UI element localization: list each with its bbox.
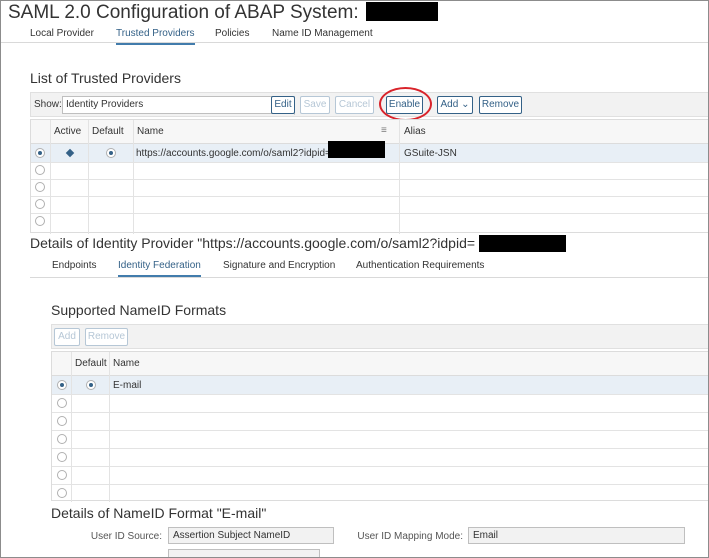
next-field-partial[interactable] — [168, 549, 320, 558]
tab-policies[interactable]: Policies — [215, 28, 249, 39]
provider-alias-cell: GSuite-JSN — [404, 148, 457, 159]
column-header-active[interactable]: Active — [54, 126, 81, 137]
row-selector-radio-icon[interactable] — [57, 434, 67, 444]
user-id-mapping-field[interactable]: Email — [468, 527, 685, 544]
sort-icon[interactable]: ≡ — [381, 125, 387, 136]
show-label: Show: — [34, 99, 62, 110]
row-divider — [52, 484, 709, 485]
column-divider — [109, 352, 110, 502]
row-selector-radio-icon[interactable] — [35, 182, 45, 192]
tab-trusted-providers[interactable]: Trusted Providers — [116, 28, 195, 45]
redacted-idpid — [478, 235, 566, 252]
row-selector-radio-icon[interactable] — [57, 470, 67, 480]
user-id-mapping-label: User ID Mapping Mode: — [357, 531, 463, 542]
show-select-value: Identity Providers — [66, 99, 144, 110]
nameid-details-heading: Details of NameID Format "E-mail" — [51, 505, 267, 521]
column-divider — [88, 120, 89, 234]
row-selector-radio-icon[interactable] — [57, 452, 67, 462]
nameid-formats-heading: Supported NameID Formats — [51, 302, 227, 318]
column-divider — [71, 352, 72, 502]
remove-nameid-button[interactable]: Remove — [85, 328, 128, 346]
tab-local-provider[interactable]: Local Provider — [30, 28, 94, 39]
trusted-providers-table: Active Default Name ≡ Alias https://acco… — [30, 119, 709, 234]
tab-signature-encryption[interactable]: Signature and Encryption — [223, 260, 335, 271]
row-divider — [52, 394, 709, 395]
trusted-providers-toolbar: Show: Identity Providers ⌄ Edit Save Can… — [30, 92, 709, 117]
tab-authentication-requirements[interactable]: Authentication Requirements — [356, 260, 484, 271]
user-id-source-field[interactable]: Assertion Subject NameID — [168, 527, 334, 544]
chevron-down-icon: ⌄ — [461, 99, 470, 110]
redacted-idpid — [328, 141, 385, 158]
row-selector-radio-icon[interactable] — [57, 398, 67, 408]
row-selector-radio-icon[interactable] — [35, 165, 45, 175]
row-selector-radio-icon[interactable] — [35, 216, 45, 226]
details-tab-bar: Endpoints Identity Federation Signature … — [30, 258, 709, 278]
column-header-alias[interactable]: Alias — [404, 126, 426, 137]
details-heading: Details of Identity Provider "https://ac… — [30, 235, 566, 252]
row-selector-radio-icon[interactable] — [35, 199, 45, 209]
default-radio-icon[interactable] — [106, 148, 116, 158]
column-divider — [133, 120, 134, 234]
provider-name-cell: https://accounts.google.com/o/saml2?idpi… — [136, 148, 331, 159]
row-selector-radio-icon[interactable] — [57, 488, 67, 498]
details-heading-text: Details of Identity Provider "https://ac… — [30, 235, 476, 251]
add-nameid-button[interactable]: Add — [54, 328, 80, 346]
page-title: SAML 2.0 Configuration of ABAP System: — [8, 2, 438, 24]
row-divider — [52, 430, 709, 431]
save-button[interactable]: Save — [300, 96, 330, 114]
row-divider — [52, 412, 709, 413]
table-header: Default Name — [52, 352, 709, 376]
nameid-toolbar: Add Remove — [51, 324, 709, 349]
highlight-circle — [379, 87, 432, 121]
show-select[interactable]: Identity Providers ⌄ — [62, 96, 289, 114]
remove-button[interactable]: Remove — [479, 96, 522, 114]
cancel-button[interactable]: Cancel — [335, 96, 374, 114]
nameid-name-cell: E-mail — [113, 380, 142, 391]
add-button[interactable]: Add ⌄ — [437, 96, 473, 114]
column-header-default[interactable]: Default — [92, 126, 124, 137]
redacted-system-name — [365, 2, 438, 21]
column-divider — [50, 120, 51, 234]
add-button-label: Add — [440, 99, 459, 110]
column-header-default[interactable]: Default — [75, 358, 107, 369]
column-header-name[interactable]: Name — [137, 126, 164, 137]
column-header-name[interactable]: Name — [113, 358, 140, 369]
row-selector-radio-icon[interactable] — [57, 380, 67, 390]
row-selector-radio-icon[interactable] — [35, 148, 45, 158]
page-title-text: SAML 2.0 Configuration of ABAP System: — [8, 2, 359, 23]
column-divider — [399, 120, 400, 234]
row-selector-radio-icon[interactable] — [57, 416, 67, 426]
tab-identity-federation[interactable]: Identity Federation — [118, 260, 201, 277]
nameid-table: Default Name E-mail — [51, 351, 709, 502]
tab-name-id-management[interactable]: Name ID Management — [272, 28, 373, 39]
row-divider — [52, 448, 709, 449]
row-divider — [52, 466, 709, 467]
default-radio-icon[interactable] — [86, 380, 96, 390]
top-tab-bar: Local Provider Trusted Providers Policie… — [0, 26, 709, 45]
trusted-providers-heading: List of Trusted Providers — [30, 70, 181, 86]
user-id-source-label: User ID Source: — [90, 531, 162, 542]
table-row[interactable] — [52, 376, 709, 394]
tab-endpoints[interactable]: Endpoints — [52, 260, 96, 271]
edit-button[interactable]: Edit — [271, 96, 295, 114]
